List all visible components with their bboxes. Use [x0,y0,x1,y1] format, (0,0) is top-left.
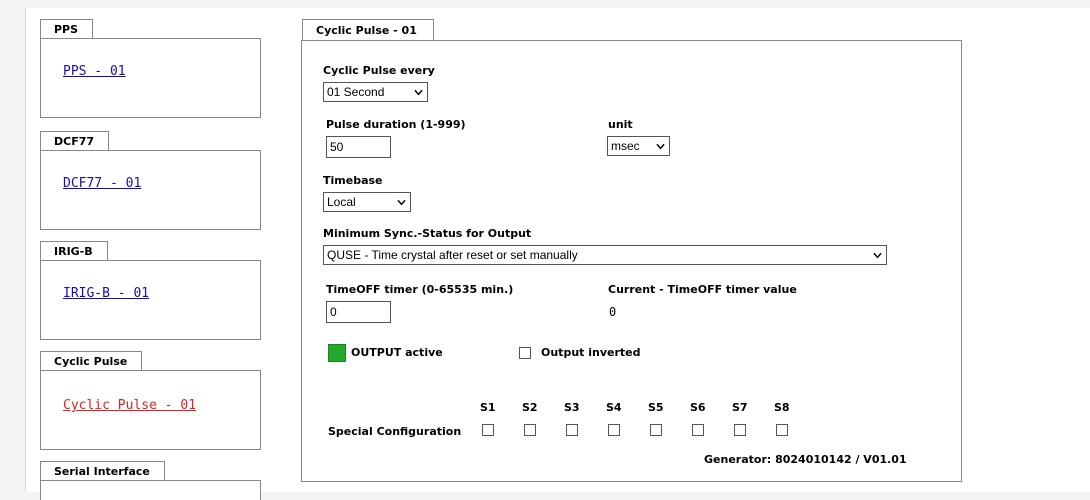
cyclic-pulse-label: Cyclic Pulse every [323,64,435,77]
sidebar-box-cyclic-pulse: Cyclic Pulse - 01 [40,370,261,450]
timeoff-label: TimeOFF timer (0-65535 min.) [326,283,514,296]
switch-header-s2: S2 [522,401,538,414]
cyclic-pulse-panel: Cyclic Pulse every 01 Second Pulse durat… [301,40,962,482]
output-inverted-label: Output inverted [541,346,641,359]
sidebar-box-irigb: IRIG-B - 01 [40,260,261,340]
switch-header-s5: S5 [648,401,664,414]
sidebar-box-serial-interface [40,480,261,500]
cyclic-pulse-select[interactable]: 01 Second [323,82,428,102]
link-cyclic-pulse-01[interactable]: Cyclic Pulse - 01 [63,398,196,413]
sidebar-box-pps: PPS - 01 [40,38,261,118]
unit-value: msec [611,139,640,153]
sidebar-tab-pps[interactable]: PPS [40,19,94,39]
special-config-s3-checkbox[interactable] [566,424,578,436]
switch-header-s8: S8 [774,401,790,414]
timeoff-input[interactable]: 0 [326,301,391,323]
output-active-indicator[interactable] [328,344,346,362]
pulse-duration-input[interactable]: 50 [326,136,391,158]
switch-header-s1: S1 [480,401,496,414]
special-config-s2-checkbox[interactable] [524,424,536,436]
timebase-value: Local [327,195,356,209]
chevron-down-icon [414,89,423,96]
link-dcf77-01[interactable]: DCF77 - 01 [63,176,141,191]
link-pps-01[interactable]: PPS - 01 [63,64,126,79]
output-inverted-checkbox[interactable] [519,347,531,359]
sidebar-tab-cyclic-pulse[interactable]: Cyclic Pulse [40,351,143,371]
special-config-s4-checkbox[interactable] [608,424,620,436]
min-sync-value: QUSE - Time crystal after reset or set m… [327,248,578,262]
pulse-duration-label: Pulse duration (1-999) [326,118,466,131]
special-config-s6-checkbox[interactable] [692,424,704,436]
min-sync-label: Minimum Sync.-Status for Output [323,227,532,240]
switch-header-s6: S6 [690,401,706,414]
switch-header-s3: S3 [564,401,580,414]
sidebar-tab-irigb[interactable]: IRIG-B [40,241,108,261]
special-config-s8-checkbox[interactable] [776,424,788,436]
unit-select[interactable]: msec [607,136,670,156]
special-config-s1-checkbox[interactable] [482,424,494,436]
current-timeoff-value: 0 [609,305,617,319]
min-sync-select[interactable]: QUSE - Time crystal after reset or set m… [323,245,887,265]
chevron-down-icon [873,252,882,259]
sidebar-box-dcf77: DCF77 - 01 [40,150,261,230]
sidebar-tab-dcf77[interactable]: DCF77 [40,131,110,151]
output-active-label: OUTPUT active [351,346,443,359]
special-config-label: Special Configuration [328,425,462,438]
sidebar-tab-serial-interface[interactable]: Serial Interface [40,461,165,481]
chevron-down-icon [397,199,406,206]
current-timeoff-label: Current - TimeOFF timer value [608,283,797,296]
unit-label: unit [608,118,633,131]
panel-tab-cyclic-pulse-01[interactable]: Cyclic Pulse - 01 [302,19,434,41]
special-config-s5-checkbox[interactable] [650,424,662,436]
generator-info: Generator: 8024010142 / V01.01 [704,453,907,466]
timebase-select[interactable]: Local [323,192,411,212]
special-config-s7-checkbox[interactable] [734,424,746,436]
switch-header-s7: S7 [732,401,748,414]
switch-header-s4: S4 [606,401,622,414]
cyclic-pulse-value: 01 Second [327,85,385,99]
link-irigb-01[interactable]: IRIG-B - 01 [63,286,149,301]
timebase-label: Timebase [323,174,383,187]
chevron-down-icon [656,143,665,150]
